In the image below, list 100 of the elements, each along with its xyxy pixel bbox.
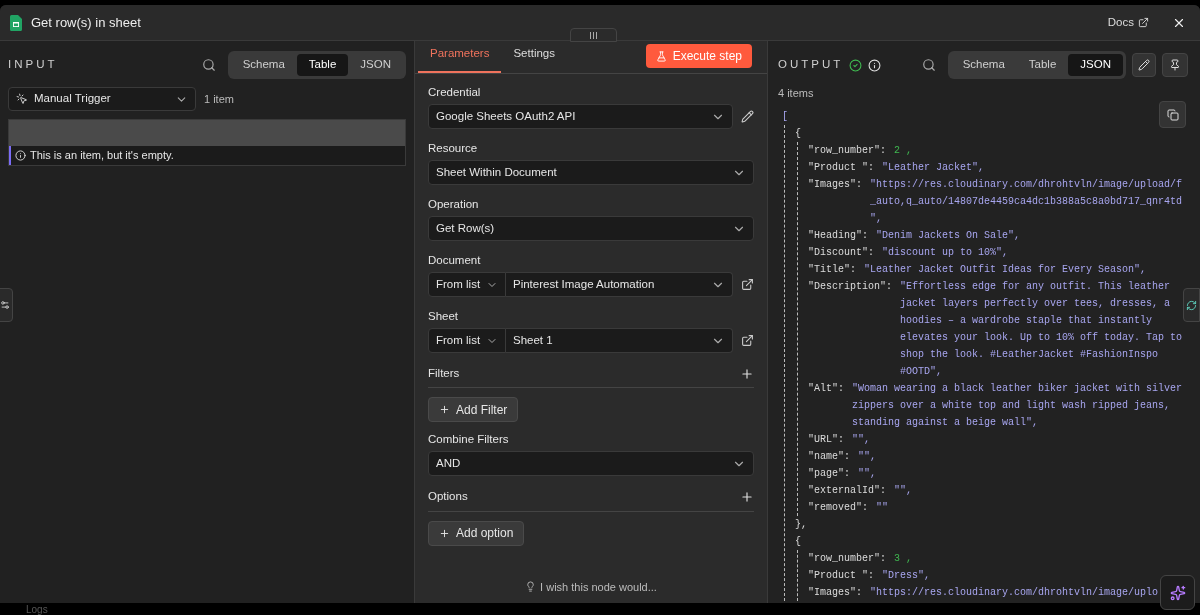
- json-bracket: {: [795, 534, 801, 549]
- json-value: "Leather Jacket Outfit Ideas for Every Season",: [864, 262, 1147, 277]
- mode-select[interactable]: From list: [428, 272, 506, 297]
- field-label: Operation: [428, 197, 479, 211]
- json-key: "removed":: [808, 498, 868, 516]
- json-key: "page":: [808, 464, 850, 482]
- success-icon: [849, 58, 863, 72]
- json-value: "Woman wearing a black leather biker jacket with silver: [852, 381, 1183, 396]
- edit-button[interactable]: [1132, 53, 1156, 77]
- panel-heading: INPUT: [8, 57, 58, 73]
- node-select[interactable]: Manual Trigger: [8, 87, 196, 111]
- side-toggle-button[interactable]: [0, 288, 13, 322]
- json-value: "",: [858, 466, 877, 481]
- view-tab[interactable]: Schema: [950, 54, 1017, 76]
- pin-button[interactable]: [1162, 53, 1188, 77]
- json-key: "URL":: [808, 430, 844, 448]
- refresh-button[interactable]: [1183, 288, 1200, 322]
- json-key: "row_number":: [808, 549, 886, 567]
- json-key: "Discount":: [808, 243, 874, 261]
- copy-icon: [1166, 108, 1179, 121]
- json-value: "Leather Jacket",: [882, 160, 985, 175]
- field-label: Filters: [428, 366, 460, 381]
- add-icon[interactable]: [740, 366, 754, 381]
- field-label: Sheet: [428, 309, 459, 323]
- json-value: jacket layers perfectly over tees, dresses, a: [900, 296, 1171, 311]
- item-count: 1 item: [204, 91, 234, 107]
- select-field[interactable]: AND: [428, 451, 754, 477]
- info-icon: [868, 58, 882, 72]
- json-key: "Product ":: [808, 566, 874, 584]
- copy-button[interactable]: [1159, 101, 1186, 128]
- json-value: shop the look. #LeatherJacket #FashionInspo: [900, 347, 1159, 362]
- flask-icon: [655, 50, 667, 62]
- search-icon[interactable]: [201, 58, 216, 72]
- json-key: "Description":: [808, 277, 892, 295]
- feedback-link[interactable]: I wish this node would...: [525, 578, 657, 595]
- json-value: "",: [894, 483, 913, 498]
- json-key: "Images":: [808, 175, 862, 193]
- select-field[interactable]: Pinterest Image Automation: [506, 272, 733, 297]
- ai-assistant-button[interactable]: [1160, 575, 1195, 610]
- json-value: "Denim Jackets On Sale",: [876, 228, 1021, 243]
- view-tab[interactable]: JSON: [348, 54, 403, 76]
- panel-tab[interactable]: Parameters: [418, 44, 502, 73]
- view-tab[interactable]: Schema: [230, 54, 297, 76]
- sliders-icon: [0, 300, 10, 310]
- lightbulb-icon: [525, 581, 537, 593]
- json-value: "Effortless edge for any outfit. This leather: [900, 279, 1171, 294]
- json-key: "Alt":: [808, 379, 844, 397]
- json-value: standing against a beige wall",: [852, 415, 1039, 430]
- json-key: "Images":: [808, 583, 862, 601]
- spreadsheet-icon: [10, 14, 22, 31]
- select-field[interactable]: Sheet 1: [506, 328, 733, 353]
- json-value: hoodies – a wardrobe staple that instantly: [900, 313, 1153, 328]
- mode-select[interactable]: From list: [428, 328, 506, 353]
- select-field[interactable]: Sheet Within Document: [428, 160, 754, 185]
- docs-link[interactable]: Docs: [1107, 13, 1149, 32]
- add-button[interactable]: Add option: [428, 520, 525, 546]
- json-value: "discount up to 10%",: [882, 245, 1009, 260]
- item-count: 4 items: [778, 86, 814, 101]
- search-icon[interactable]: [921, 58, 936, 72]
- json-bracket: [: [782, 109, 788, 124]
- json-value: "": [876, 500, 889, 515]
- field-label: Credential: [428, 85, 481, 99]
- empty-message: This is an item, but it's empty.: [30, 148, 174, 164]
- view-tab[interactable]: Table: [1016, 54, 1069, 76]
- external-link-icon: [1138, 17, 1149, 28]
- edit-icon: [1138, 59, 1150, 71]
- pin-icon: [1169, 59, 1181, 71]
- json-value: "Dress",: [882, 568, 931, 583]
- json-value: elevates your look. Up to 10% off today. Tap to: [900, 330, 1183, 345]
- json-key: "Heading":: [808, 226, 868, 244]
- window-title: Get row(s) in sheet: [31, 13, 141, 32]
- drag-handle-icon[interactable]: [570, 28, 617, 42]
- select-field[interactable]: Get Row(s): [428, 216, 754, 241]
- json-key: "row_number":: [808, 141, 886, 159]
- panel-heading: OUTPUT: [778, 57, 844, 73]
- panel-tab[interactable]: Settings: [501, 44, 567, 73]
- json-bracket: {: [795, 126, 801, 141]
- external-link-icon[interactable]: [741, 334, 754, 347]
- external-link-icon[interactable]: [741, 278, 754, 291]
- view-tab[interactable]: Table: [296, 54, 349, 76]
- json-value: "",: [852, 432, 871, 447]
- field-label: Document: [428, 253, 481, 267]
- json-key: "Title":: [808, 260, 856, 278]
- json-value: "https://res.cloudinary.com/dhrohtvln/image/upload/f: [870, 177, 1183, 192]
- json-bracket: },: [795, 517, 807, 532]
- add-button[interactable]: Add Filter: [428, 397, 519, 423]
- json-value: 3 ,: [894, 551, 913, 566]
- json-value: ",: [870, 211, 883, 226]
- field-label: Combine Filters: [428, 432, 509, 447]
- select-field[interactable]: Google Sheets OAuth2 API: [428, 104, 733, 129]
- json-value: #OOTD",: [900, 364, 943, 379]
- info-icon: [15, 150, 26, 161]
- json-key: "Product ":: [808, 158, 874, 176]
- cursor-click-icon: [16, 93, 28, 105]
- plus-icon: [439, 404, 450, 416]
- view-tab[interactable]: JSON: [1068, 54, 1123, 76]
- edit-icon[interactable]: [741, 110, 754, 123]
- json-value: "https://res.cloudinary.com/dhrohtvln/image/uplo: [870, 585, 1159, 600]
- field-label: Resource: [428, 141, 478, 155]
- add-icon[interactable]: [740, 489, 754, 504]
